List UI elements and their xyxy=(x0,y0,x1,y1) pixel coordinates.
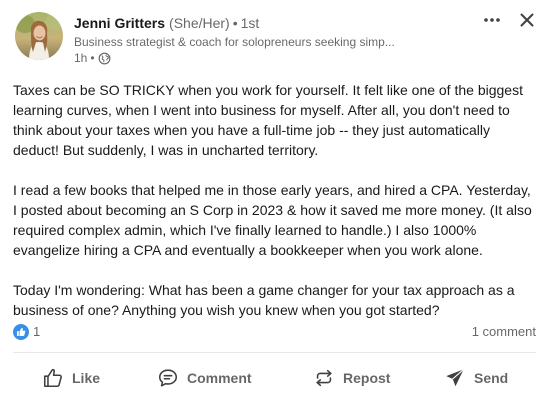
reaction-count: 1 xyxy=(33,324,41,339)
reactions-summary[interactable]: 1 xyxy=(13,322,40,342)
social-counts: 1 1 comment xyxy=(13,322,536,342)
post-paragraph: Taxes can be SO TRICKY when you work for… xyxy=(13,82,523,158)
repost-label: Repost xyxy=(343,370,391,386)
post-card: Jenni Gritters (She/Her) • 1st Business str… xyxy=(0,0,549,400)
close-button[interactable] xyxy=(514,8,540,32)
connection-degree: 1st xyxy=(240,15,260,31)
author-name[interactable]: Jenni Gritters xyxy=(74,15,165,31)
send-button[interactable]: Send xyxy=(444,360,508,396)
ellipsis-icon xyxy=(484,18,500,22)
post-header: Jenni Gritters (She/Her) • 1st Business str… xyxy=(0,0,549,70)
author-name-row: Jenni Gritters (She/Her) • 1st xyxy=(74,14,259,32)
name-separator: • xyxy=(232,15,238,31)
close-icon xyxy=(520,13,534,27)
repost-button[interactable]: Repost xyxy=(313,360,390,396)
author-pronouns: (She/Her) xyxy=(169,15,230,31)
post-meta: 1h • xyxy=(74,51,111,66)
author-headline: Business strategist & coach for solopren… xyxy=(74,35,395,49)
action-bar: Like Comment Repost Send xyxy=(0,360,549,396)
divider xyxy=(13,352,536,353)
comment-count[interactable]: 1 comment xyxy=(472,322,536,342)
like-button[interactable]: Like xyxy=(42,360,100,396)
post-time: 1h xyxy=(74,51,88,65)
more-options-button[interactable] xyxy=(478,8,506,32)
like-reaction-icon xyxy=(13,324,29,340)
comment-icon xyxy=(158,369,178,387)
like-label: Like xyxy=(72,370,101,386)
avatar-photo xyxy=(15,12,63,60)
time-separator: • xyxy=(90,51,95,65)
post-body: Taxes can be SO TRICKY when you work for… xyxy=(13,80,538,320)
comment-label: Comment xyxy=(187,370,252,386)
thumbs-up-icon xyxy=(43,368,62,388)
avatar[interactable] xyxy=(15,12,63,60)
globe-icon xyxy=(98,52,111,65)
comment-button[interactable]: Comment xyxy=(157,360,252,396)
send-label: Send xyxy=(474,370,509,386)
repost-icon xyxy=(316,369,332,387)
post-paragraph: I read a few books that helped me in tho… xyxy=(13,182,532,258)
post-paragraph: Today I'm wondering: What has been a gam… xyxy=(13,282,515,318)
send-icon xyxy=(446,368,465,387)
